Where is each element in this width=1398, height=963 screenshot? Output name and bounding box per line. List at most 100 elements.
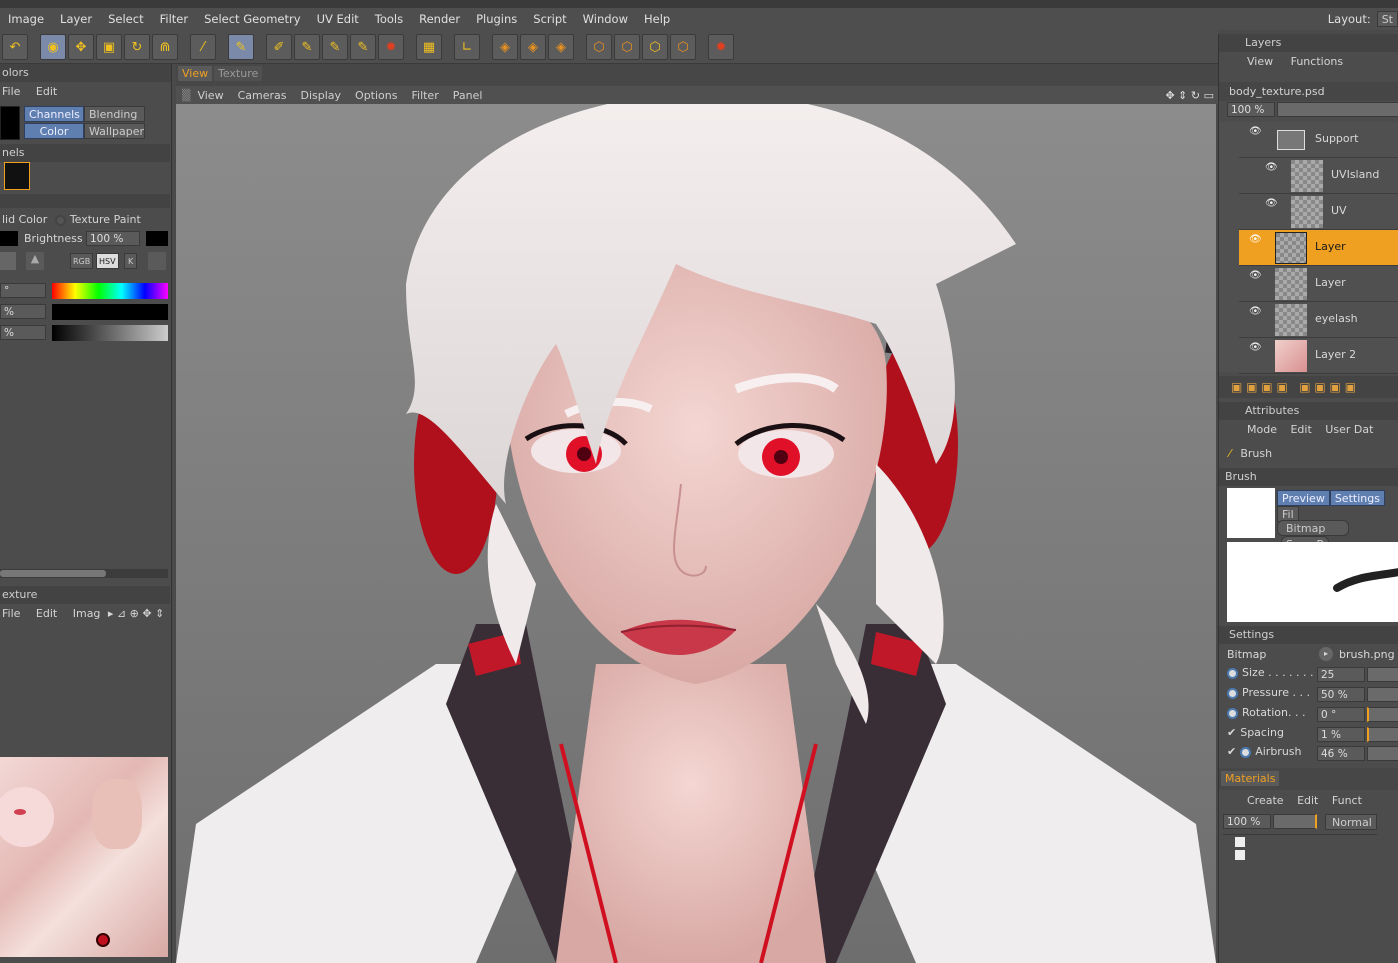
axis-icon[interactable]: ∟ [454,34,480,60]
brightness-color[interactable] [146,231,168,246]
scale-icon[interactable]: ▣ [96,34,122,60]
edges-mode-icon[interactable]: ◈ [520,34,546,60]
viewport-menu-panel[interactable]: Panel [446,89,490,102]
menu-image[interactable]: Image [0,12,52,26]
tab-materials[interactable]: Materials [1221,771,1280,786]
horizontal-scrollbar[interactable] [0,569,168,578]
tab-color[interactable]: Color [24,123,84,139]
model-mode-icon[interactable]: ⬡ [614,34,640,60]
layer-row-support[interactable]: 👁 Support [1239,122,1398,158]
menu-select-geometry[interactable]: Select Geometry [196,12,308,26]
airbrush-field[interactable]: 46 % [1317,746,1365,761]
channel-thumbnail[interactable] [4,162,30,190]
workplane-icon[interactable]: ⬡ [670,34,696,60]
airbrush-slider[interactable] [1367,746,1398,761]
tab-channels[interactable]: Channels [24,106,84,122]
rgb-button[interactable]: RGB [70,253,94,269]
tab-settings[interactable]: Settings [1329,490,1385,506]
spacing-field[interactable]: 1 % [1317,727,1365,742]
pressure-slider[interactable] [1367,687,1398,702]
menu-tools[interactable]: Tools [367,12,411,26]
texture-preview-image[interactable] [0,757,168,957]
value-field[interactable]: % [0,325,46,340]
menu-plugins[interactable]: Plugins [468,12,525,26]
attributes-menu-mode[interactable]: Mode [1247,423,1277,436]
colors-menu-file[interactable]: File [2,85,20,98]
menu-window[interactable]: Window [575,12,636,26]
menu-layer[interactable]: Layer [52,12,100,26]
clone-tool-icon[interactable]: ✎ [350,34,376,60]
layer-row-layer-2[interactable]: 👁 Layer 2 [1239,338,1398,374]
eye-icon[interactable]: 👁 [1249,306,1262,317]
colors-menu-edit[interactable]: Edit [36,85,57,98]
eye-icon[interactable]: 👁 [1249,270,1262,281]
eye-icon[interactable]: 👁 [1265,198,1278,209]
viewport-menu-display[interactable]: Display [293,89,348,102]
materials-menu-edit[interactable]: Edit [1297,794,1318,807]
attributes-menu-edit[interactable]: Edit [1290,423,1311,436]
texture-mode-icon[interactable]: ⬡ [642,34,668,60]
material-swatch[interactable] [1235,850,1245,860]
spacing-checkbox[interactable]: ✔ [1227,726,1236,739]
tab-wallpaper[interactable]: Wallpaper [84,123,145,139]
viewport-menu-filter[interactable]: Filter [404,89,445,102]
undo-icon[interactable]: ↶ [2,34,28,60]
menu-select[interactable]: Select [100,12,151,26]
mode-solid-color[interactable]: lid Color [2,213,47,226]
rotation-slider[interactable] [1367,707,1398,722]
swatches-icon[interactable] [148,252,166,270]
airbrush-radio[interactable] [1240,746,1252,758]
attributes-menu-userdata[interactable]: User Dat [1325,423,1373,436]
size-radio[interactable] [1227,667,1238,679]
saturation-field[interactable]: % [0,304,46,319]
brush-select-icon[interactable]: ⁄ [190,34,216,60]
layers-opacity-slider[interactable] [1277,102,1398,117]
texture-menu-image[interactable]: Imag [73,607,101,620]
brightness-field[interactable]: 100 % [86,231,140,246]
texture-paint-radio[interactable] [54,214,66,226]
points-mode-icon[interactable]: ◈ [492,34,518,60]
spacing-slider[interactable] [1367,727,1398,742]
tab-preview[interactable]: Preview [1277,490,1330,506]
menu-uv-edit[interactable]: UV Edit [309,12,367,26]
pressure-field[interactable]: 50 % [1317,687,1365,702]
layers-zoom-field[interactable]: 100 % [1227,102,1275,117]
viewport-menu-cameras[interactable]: Cameras [231,89,294,102]
navigation-icons[interactable]: ✥ ⇕ ↻ ▭ [1165,89,1218,102]
eye-icon[interactable]: 👁 [1265,162,1278,173]
airbrush-checkbox[interactable]: ✔ [1227,745,1236,758]
saturation-slider[interactable] [52,304,168,320]
live-select-icon[interactable]: ◉ [40,34,66,60]
bitmap-dropdown[interactable]: Bitmap [1277,520,1349,536]
eraser-tool-icon[interactable]: ✎ [322,34,348,60]
size-field[interactable]: 25 [1317,667,1365,682]
tab-view[interactable]: View [178,66,213,81]
layer-row-uvisland[interactable]: 👁 UVIsland [1239,158,1398,194]
texture-menu-file[interactable]: File [2,607,20,620]
size-slider[interactable] [1367,667,1398,682]
paint-3d-icon[interactable]: ✎ [228,34,254,60]
rotation-field[interactable]: 0 ° [1317,707,1365,722]
pencil-tool-icon[interactable]: ✎ [294,34,320,60]
tab-texture[interactable]: Texture [214,66,263,81]
viewport-menu-view[interactable]: View [190,89,230,102]
materials-zoom-field[interactable]: 100 % [1223,814,1271,829]
materials-menu-function[interactable]: Funct [1332,794,1362,807]
materials-opacity-slider[interactable] [1273,814,1317,829]
move-icon[interactable]: ✥ [68,34,94,60]
hsv-button[interactable]: HSV [96,253,119,269]
eye-icon[interactable]: 👁 [1249,342,1262,353]
k-button[interactable]: K [124,253,138,269]
paint-setup-icon[interactable]: ✹ [708,34,734,60]
fill-tool-icon[interactable]: ✹ [378,34,404,60]
eye-icon[interactable]: 👁 [1249,126,1262,137]
hue-field[interactable]: ° [0,283,46,298]
brush-preview-thumb[interactable] [1227,488,1275,538]
layer-row-eyelash[interactable]: 👁 eyelash [1239,302,1398,338]
layout-dropdown[interactable]: St [1376,11,1398,27]
color-swatch[interactable] [0,106,20,140]
hue-slider[interactable] [52,283,168,299]
brush-tool-icon[interactable]: ✐ [266,34,292,60]
rotate-icon[interactable]: ↻ [124,34,150,60]
texture-tools-icon[interactable]: ▸ ⊿ ⊕ ✥ ⇕ [108,607,164,620]
